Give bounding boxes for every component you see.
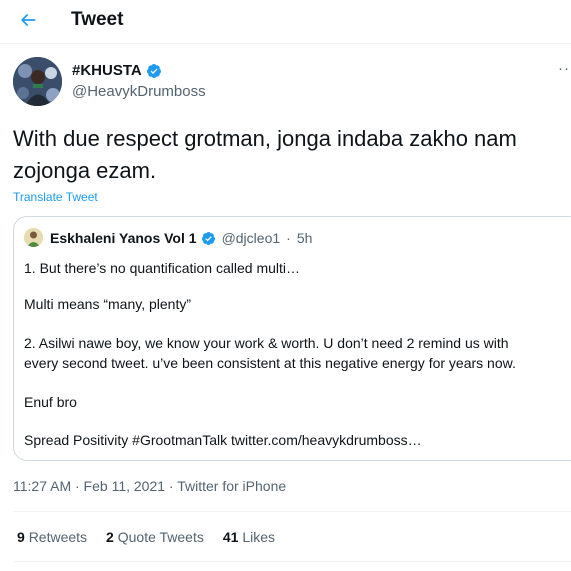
likes-stat[interactable]: 41 Likes: [223, 529, 275, 545]
quoted-text-line: every second tweet. u’ve been consistent…: [24, 355, 516, 371]
quoted-header: Eskhaleni Yanos Vol 1 @djcleo1 · 5h: [50, 230, 312, 246]
retweets-count: 9: [17, 529, 25, 545]
likes-count: 41: [222, 529, 239, 545]
author-handle[interactable]: @HeavykDrumboss: [72, 83, 206, 100]
translate-tweet-link[interactable]: Translate Tweet: [13, 190, 98, 204]
quoted-handle: @djcleo1: [221, 230, 281, 246]
quotes-count: 2: [106, 529, 114, 545]
quote-tweets-stat[interactable]: 2 Quote Tweets: [106, 529, 204, 545]
quoted-age: 5h: [296, 230, 313, 246]
author-avatar[interactable]: [13, 57, 62, 106]
retweets-label: Retweets: [28, 529, 88, 545]
likes-label: Likes: [242, 529, 276, 545]
retweets-stat[interactable]: 9 Retweets: [17, 529, 87, 545]
page-title: Tweet: [71, 9, 124, 30]
tweet-timestamp[interactable]: 11:27 AM · Feb 11, 2021 · Twitter for iP…: [13, 478, 286, 494]
divider: [13, 561, 571, 562]
author-name-row[interactable]: #KHUSTA: [72, 62, 162, 79]
header-bar: Tweet: [0, 0, 571, 44]
quoted-text-line: 2. Asilwi nawe boy, we know your work & …: [24, 335, 509, 351]
quoted-text-line: Enuf bro: [24, 394, 77, 410]
back-button[interactable]: [12, 6, 44, 34]
divider: [13, 511, 571, 512]
quoted-author-name: Eskhaleni Yanos Vol 1: [50, 230, 197, 246]
author-name[interactable]: #KHUSTA: [72, 62, 142, 79]
quoted-text-line: Spread Positivity #GrootmanTalk twitter.…: [24, 432, 422, 448]
quoted-tweet-card[interactable]: Eskhaleni Yanos Vol 1 @djcleo1 · 5h 1. B…: [13, 216, 571, 461]
verified-badge-icon: [201, 231, 215, 245]
quoted-author-avatar: [24, 228, 43, 247]
more-options-icon[interactable]: ···: [558, 60, 571, 77]
quotes-label: Quote Tweets: [117, 529, 204, 545]
quoted-text-line: Multi means “many, plenty”: [24, 296, 192, 312]
quoted-separator: ·: [286, 230, 291, 246]
tweet-text: With due respect grotman, jonga indaba z…: [13, 126, 517, 183]
quoted-text-line: 1. But there’s no quantification called …: [24, 260, 301, 276]
back-arrow-icon: [21, 14, 36, 26]
verified-badge-icon: [146, 63, 161, 78]
engagement-stats: 9 Retweets 2 Quote Tweets 41 Likes: [17, 529, 275, 545]
